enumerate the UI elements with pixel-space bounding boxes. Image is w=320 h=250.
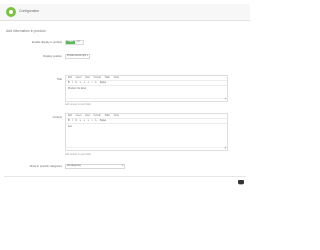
menu-view[interactable]: View bbox=[85, 77, 90, 79]
section-title: Add information in product bbox=[6, 29, 46, 33]
title-editor-content[interactable]: Product info block bbox=[66, 86, 227, 92]
styles-dropdown[interactable]: Styles bbox=[100, 81, 106, 86]
position-select[interactable]: Product Extra right ▾ bbox=[65, 54, 90, 59]
enable-label: Enable display in product bbox=[31, 41, 62, 44]
italic-button[interactable]: I bbox=[72, 81, 73, 86]
toggle-no[interactable]: NO bbox=[74, 41, 83, 44]
footer-divider bbox=[4, 176, 246, 177]
underline-button[interactable]: U bbox=[75, 119, 77, 124]
save-button[interactable]: Save bbox=[236, 179, 246, 186]
enable-toggle[interactable]: YES NO bbox=[65, 40, 84, 45]
menu-edit[interactable]: Edit bbox=[68, 77, 72, 79]
editor-statusbar: ◢ bbox=[66, 147, 227, 150]
menu-view[interactable]: View bbox=[85, 115, 90, 117]
align-left-icon[interactable]: ≡ bbox=[80, 119, 81, 124]
align-center-icon[interactable]: ≡ bbox=[84, 119, 85, 124]
chevron-down-icon: ▾ bbox=[121, 165, 123, 167]
menu-edit[interactable]: Edit bbox=[68, 115, 72, 117]
align-center-icon[interactable]: ≡ bbox=[84, 81, 85, 86]
panel-title: Configuration bbox=[19, 9, 40, 13]
align-left-icon[interactable]: ≡ bbox=[80, 81, 81, 86]
title-label: Title bbox=[57, 78, 62, 81]
content-editor-content[interactable]: test bbox=[66, 124, 227, 130]
categories-value: All categories bbox=[67, 165, 81, 167]
menu-format[interactable]: Format bbox=[94, 77, 101, 79]
numbered-list-icon[interactable]: 1. bbox=[95, 119, 97, 124]
bullet-list-icon[interactable]: • bbox=[92, 119, 93, 124]
underline-button[interactable]: U bbox=[75, 81, 77, 86]
menu-format[interactable]: Format bbox=[94, 115, 101, 117]
position-value: Product Extra right bbox=[67, 55, 87, 57]
menu-insert[interactable]: Insert bbox=[76, 77, 82, 79]
numbered-list-icon[interactable]: 1. bbox=[95, 81, 97, 86]
categories-select[interactable]: All categories ▾ bbox=[65, 164, 125, 169]
save-label: Save bbox=[238, 184, 244, 186]
panel-header: Configuration bbox=[0, 4, 250, 21]
resize-handle-icon[interactable]: ◢ bbox=[224, 98, 226, 101]
align-right-icon[interactable]: ≡ bbox=[88, 81, 89, 86]
align-right-icon[interactable]: ≡ bbox=[88, 119, 89, 124]
settings-icon bbox=[6, 7, 16, 17]
categories-label: Show in specific categories bbox=[29, 165, 62, 168]
italic-button[interactable]: I bbox=[72, 119, 73, 124]
content-label: Content bbox=[52, 116, 62, 119]
bullet-list-icon[interactable]: • bbox=[92, 81, 93, 86]
bold-button[interactable]: B bbox=[68, 81, 70, 86]
menu-table[interactable]: Table bbox=[104, 77, 110, 79]
bold-button[interactable]: B bbox=[68, 119, 70, 124]
styles-dropdown[interactable]: Styles bbox=[100, 119, 106, 124]
menu-tools[interactable]: Tools bbox=[114, 115, 119, 117]
content-help: Add content in your block bbox=[65, 154, 91, 156]
chevron-down-icon: ▾ bbox=[86, 55, 88, 57]
menu-tools[interactable]: Tools bbox=[114, 77, 119, 79]
menu-table[interactable]: Table bbox=[104, 115, 110, 117]
title-help: Add content in your block bbox=[65, 104, 91, 106]
content-editor[interactable]: Edit Insert View Format Table Tools B I … bbox=[65, 113, 228, 151]
menu-insert[interactable]: Insert bbox=[76, 115, 82, 117]
resize-handle-icon[interactable]: ◢ bbox=[224, 147, 226, 150]
position-label: Display position bbox=[43, 55, 62, 58]
editor-statusbar: ◢ bbox=[66, 98, 227, 101]
title-editor[interactable]: Edit Insert View Format Table Tools B I … bbox=[65, 75, 228, 102]
